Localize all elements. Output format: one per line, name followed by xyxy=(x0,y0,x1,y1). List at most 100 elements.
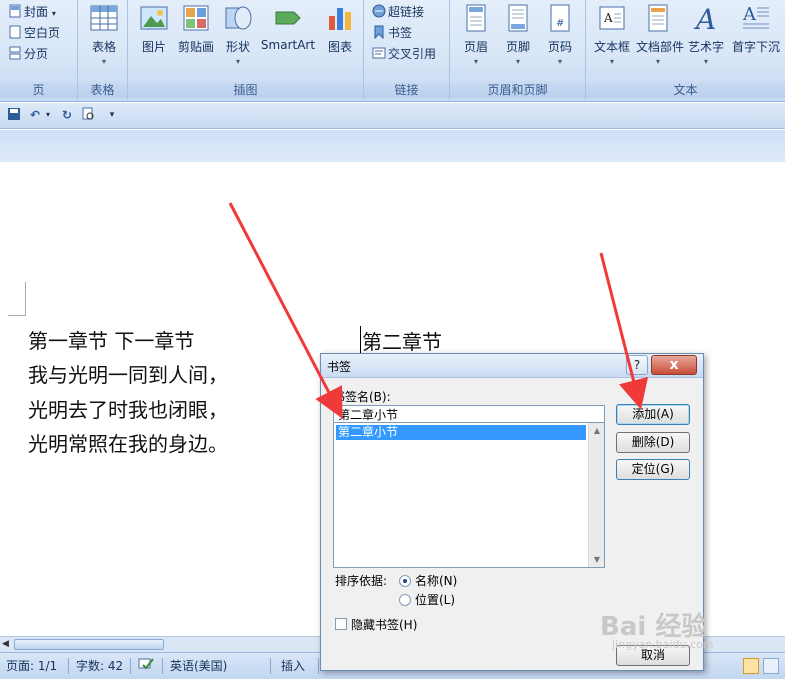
chart-icon xyxy=(329,8,351,30)
list-scrollbar[interactable]: ▲ ▼ xyxy=(588,423,604,567)
close-button[interactable]: x xyxy=(651,355,697,375)
page-number-icon: # xyxy=(550,4,570,32)
drop-cap-button[interactable]: A 首字下沉 xyxy=(730,2,782,80)
shapes-icon xyxy=(225,6,252,30)
cover-page-button[interactable]: 封面 ▾ xyxy=(8,2,56,22)
bookmark-list[interactable]: 第二章小节 ▲ ▼ xyxy=(333,422,605,568)
scroll-left-icon[interactable]: ◀ xyxy=(2,639,9,649)
doc-heading-chapter-two[interactable]: 第二章节 xyxy=(360,326,442,355)
header-button[interactable]: 页眉 ▾ xyxy=(456,2,496,80)
sort-by-name-radio[interactable] xyxy=(399,575,411,587)
table-icon xyxy=(90,5,118,31)
clip-art-button[interactable]: 剪贴画 xyxy=(176,2,216,80)
svg-text:A: A xyxy=(742,4,757,25)
svg-text:A: A xyxy=(693,3,716,34)
header-footer-group-label: 页眉和页脚 xyxy=(450,82,585,98)
text-group-label: 文本 xyxy=(586,82,785,98)
customize-toolbar-button[interactable]: ▾ xyxy=(104,107,120,123)
chart-button[interactable]: 图表 xyxy=(320,2,360,80)
text-group: A 文本框 ▾ 文档部件 ▾ A 艺术字 ▾ A 首字下沉 文本 xyxy=(586,0,785,100)
scroll-down-icon[interactable]: ▼ xyxy=(594,555,600,564)
print-layout-view-button[interactable] xyxy=(743,658,759,674)
cross-reference-icon xyxy=(372,47,386,59)
blank-page-icon xyxy=(9,25,21,39)
save-icon xyxy=(8,108,20,120)
status-language[interactable]: 英语(美国) xyxy=(170,657,227,675)
page-break-button[interactable]: 分页 xyxy=(8,44,48,64)
save-button[interactable] xyxy=(6,107,22,123)
help-button[interactable]: ? xyxy=(626,355,648,375)
dropdown-arrow-icon: ▾ xyxy=(655,57,660,66)
ruler-band xyxy=(0,130,785,162)
doc-line-3[interactable]: 光明去了时我也闭眼， xyxy=(28,394,228,423)
hide-bookmarks-label[interactable]: 隐藏书签(H) xyxy=(351,616,417,633)
delete-button[interactable]: 删除(D) xyxy=(616,432,690,453)
help-icon: ? xyxy=(633,358,641,372)
dropdown-arrow-icon: ▾ xyxy=(235,57,240,66)
clip-art-icon xyxy=(183,5,209,31)
links-group: 超链接 书签 交叉引用 链接 xyxy=(364,0,450,100)
page-group: 封面 ▾ 空白页 分页 页 xyxy=(0,0,78,100)
list-item[interactable]: 第二章小节 xyxy=(336,425,586,440)
status-page[interactable]: 页面: 1/1 xyxy=(6,657,57,675)
picture-button[interactable]: 图片 xyxy=(134,2,174,80)
status-separator xyxy=(130,658,131,674)
print-preview-icon xyxy=(82,107,94,120)
footer-icon xyxy=(508,4,528,32)
undo-icon: ↶ xyxy=(29,108,41,122)
doc-line-4[interactable]: 光明常照在我的身边。 xyxy=(28,428,228,457)
sort-by-name-label[interactable]: 名称(N) xyxy=(415,572,457,589)
smartart-button[interactable]: SmartArt xyxy=(260,2,316,80)
goto-button[interactable]: 定位(G) xyxy=(616,459,690,480)
dropdown-arrow-icon: ▾ xyxy=(473,57,478,66)
drop-cap-icon: A xyxy=(742,4,769,29)
proofing-icon[interactable] xyxy=(138,657,154,675)
dialog-titlebar[interactable]: 书签 ? x xyxy=(321,354,703,378)
page-number-button[interactable]: # 页码 ▾ xyxy=(540,2,580,80)
status-word-count[interactable]: 字数: 42 xyxy=(76,657,123,675)
scrollbar-thumb[interactable] xyxy=(14,639,164,650)
doc-line-2[interactable]: 我与光明一同到人间， xyxy=(28,359,228,388)
illustrations-group-label: 插图 xyxy=(128,82,363,98)
dropdown-arrow-icon: ▾ xyxy=(109,110,115,120)
picture-icon xyxy=(140,6,168,30)
add-button[interactable]: 添加(A) xyxy=(616,404,690,425)
scroll-up-icon[interactable]: ▲ xyxy=(594,426,600,435)
redo-button[interactable]: ↻ xyxy=(59,107,75,123)
quick-parts-button[interactable]: 文档部件 ▾ xyxy=(636,2,684,80)
status-separator xyxy=(318,658,319,674)
dropdown-arrow-icon: ▾ xyxy=(557,57,562,66)
header-icon xyxy=(466,4,486,32)
doc-line-1[interactable]: 第一章节 下一章节 xyxy=(28,325,194,354)
bookmark-name-label: 书签名(B): xyxy=(333,390,391,404)
footer-button[interactable]: 页脚 ▾ xyxy=(498,2,538,80)
quick-access-toolbar: ↶ ▾ ↻ ▾ xyxy=(0,103,785,129)
dropdown-arrow-icon: ▾ xyxy=(515,57,520,66)
svg-text:#: # xyxy=(556,18,564,29)
text-box-button[interactable]: A 文本框 ▾ xyxy=(590,2,634,80)
table-button[interactable]: 表格 ▾ xyxy=(84,2,124,80)
status-insert-mode[interactable]: 插入 xyxy=(281,657,305,675)
shapes-button[interactable]: 形状 ▾ xyxy=(220,2,256,80)
dropdown-arrow-icon: ▾ xyxy=(51,9,56,18)
bookmark-button[interactable]: 书签 xyxy=(372,23,412,43)
cover-page-icon xyxy=(9,4,21,18)
hyperlink-button[interactable]: 超链接 xyxy=(372,2,424,22)
blank-page-button[interactable]: 空白页 xyxy=(8,23,60,43)
page-group-label: 页 xyxy=(0,82,77,98)
sort-by-location-label[interactable]: 位置(L) xyxy=(415,591,455,608)
quick-parts-icon xyxy=(648,4,668,32)
wordart-button[interactable]: A 艺术字 ▾ xyxy=(684,2,728,80)
repeat-icon: ↻ xyxy=(61,108,73,122)
undo-dropdown[interactable]: ▾ xyxy=(43,107,53,123)
sort-by-location-radio[interactable] xyxy=(399,594,411,606)
hide-bookmarks-checkbox[interactable] xyxy=(335,618,347,630)
table-group: 表格 ▾ 表格 xyxy=(78,0,128,100)
sort-by-label: 排序依据: xyxy=(335,574,388,588)
cross-reference-button[interactable]: 交叉引用 xyxy=(372,44,436,64)
full-screen-view-button[interactable] xyxy=(763,658,779,674)
print-preview-button[interactable] xyxy=(80,107,96,123)
undo-button[interactable]: ↶ xyxy=(27,107,43,123)
dropdown-arrow-icon: ▾ xyxy=(45,110,50,119)
svg-text:A: A xyxy=(603,11,613,25)
